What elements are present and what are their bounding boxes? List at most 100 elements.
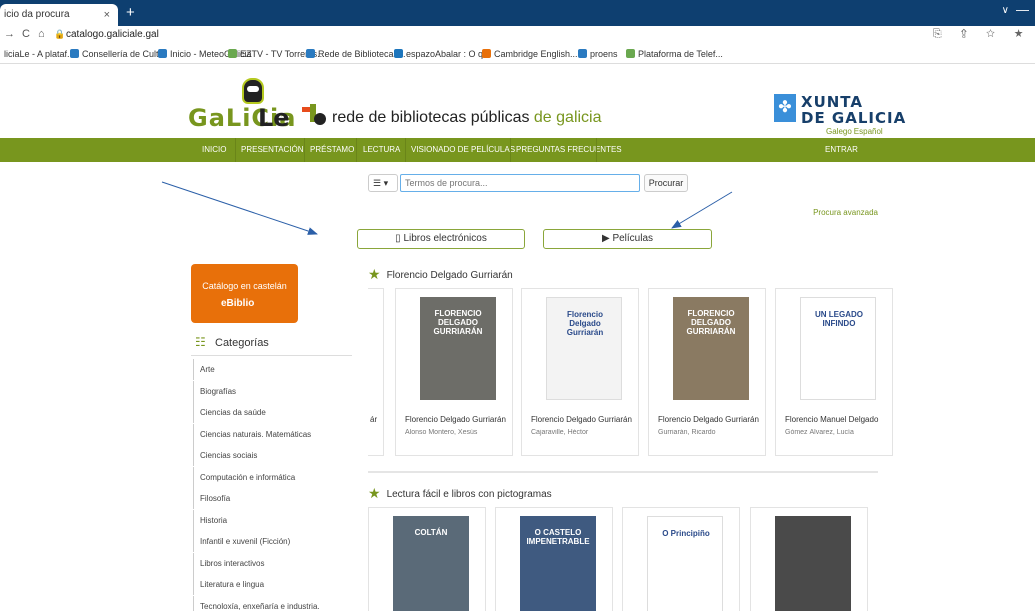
category-item[interactable]: Arte <box>193 359 352 380</box>
book-card[interactable]: Florencio Delgado Gurriarán Florencio Del… <box>521 288 639 456</box>
book-card[interactable]: FLORENCIO DELGADO GURRIARÁN Florencio Del… <box>648 288 766 456</box>
rede-logo-text: rede de bibliotecas públicas <box>332 109 534 126</box>
book-card[interactable]: FLORENCIO DELGADO GURRIARÁN Florencio Del… <box>395 288 513 456</box>
book-cover[interactable]: UN LEGADO INFINDO <box>800 297 876 400</box>
book-cover[interactable]: O CASTELO IMPENETRABLE <box>520 516 596 611</box>
home-icon[interactable]: ⌂ <box>38 28 45 40</box>
book-cover[interactable]: COLTÁN <box>393 516 469 611</box>
book-author[interactable]: Cajaraville, Héctor <box>531 429 639 436</box>
category-item[interactable]: Computación e informática <box>193 466 352 488</box>
category-item[interactable]: Filosofía <box>193 488 352 509</box>
category-item[interactable]: Ciencias naturais. Matemáticas <box>193 423 352 445</box>
menu-separator <box>356 138 357 162</box>
tab-title: icio da procura <box>4 9 70 20</box>
menu-item[interactable]: PRÉSTAMO <box>310 138 354 162</box>
book-title[interactable]: Florencio Delgado Gurriarán <box>658 415 766 424</box>
lang-galego[interactable]: Galego <box>826 127 852 136</box>
search-button[interactable]: Procurar <box>644 174 688 192</box>
book-card[interactable]: UN LEGADO INFINDO Florencio Manuel Delgad… <box>775 288 893 456</box>
bookmark-label: proens <box>590 49 618 59</box>
section-title-text[interactable]: Florencio Delgado Gurriarán <box>387 270 513 281</box>
search-input[interactable] <box>400 174 640 192</box>
menu-item[interactable]: LECTURA <box>363 138 400 162</box>
menu-item[interactable]: PREGUNTAS FRECUENTES <box>516 138 622 162</box>
rede-bibliotecas-logo[interactable]: rede de bibliotecas públicas de galicia <box>332 109 602 127</box>
play-icon: ▶ <box>601 233 610 244</box>
new-tab-button[interactable]: + <box>126 4 135 22</box>
book-cover[interactable]: FLORENCIO DELGADO GURRIARÁN <box>673 297 749 400</box>
section-divider <box>368 471 878 473</box>
book-card[interactable]: COLTÁN <box>368 507 486 611</box>
bookmark-item[interactable]: Cambridge English... <box>482 49 578 59</box>
bookmark-item[interactable]: Plataforma de Telef... <box>626 49 723 59</box>
book-card[interactable]: O Principiño <box>622 507 740 611</box>
browser-tab[interactable]: icio da procura × <box>0 4 118 26</box>
bookmark-item[interactable]: liciaLe - A plataf... <box>4 49 75 59</box>
reload-icon[interactable]: C <box>22 28 30 40</box>
owl-logo-icon[interactable] <box>242 78 264 104</box>
bookmark-item[interactable]: Rede de Bibliotecas... <box>306 49 406 59</box>
book-cover[interactable]: O Principiño <box>647 516 723 611</box>
category-item[interactable]: Literatura e lingua <box>193 574 352 595</box>
tab-search-icon[interactable]: ∨ <box>1002 5 1009 16</box>
book-title-partial: ár <box>370 415 378 424</box>
category-item[interactable]: Libros interactivos <box>193 552 352 574</box>
castelan-title: Catálogo en castelán <box>202 281 287 291</box>
bookmark-favicon-icon <box>158 49 167 58</box>
advanced-search-link[interactable]: Procura avanzada <box>813 208 878 217</box>
minimize-icon[interactable]: — <box>1016 2 1029 17</box>
book-author[interactable]: Alonso Montero, Xesús <box>405 429 513 436</box>
star-icon: ★ <box>368 266 381 282</box>
galiciale-logo-le[interactable]: Le <box>258 104 290 132</box>
castelan-catalog-button[interactable]: Catálogo en castelán eBiblio <box>191 264 298 323</box>
book-cover[interactable] <box>775 516 851 611</box>
book-cover[interactable]: Florencio Delgado Gurriarán <box>546 297 622 400</box>
cover-text: FLORENCIO DELGADO GURRIARÁN <box>433 309 483 336</box>
xunta-emblem-icon[interactable]: ✤ <box>774 94 796 122</box>
menu-item[interactable]: INICIO <box>202 138 226 162</box>
browser-action-icons[interactable]: ⎘ ⇪ ☆ ★ <box>933 28 1031 41</box>
url-field[interactable]: catalogo.galiciale.gal <box>66 29 159 40</box>
book-card[interactable]: O CASTELO IMPENETRABLE <box>495 507 613 611</box>
login-link[interactable]: ENTRAR <box>825 138 858 162</box>
category-item[interactable]: Biografías <box>193 380 352 402</box>
category-item[interactable]: Tecnoloxía, enxeñaría e industria. <box>193 595 352 611</box>
bookmark-item[interactable]: proens <box>578 49 618 59</box>
back-icon[interactable]: → <box>4 28 15 40</box>
ebooks-button[interactable]: ▯ Libros electrónicos <box>357 229 525 249</box>
ebiblio-logo: eBiblio <box>221 298 255 309</box>
book-cover[interactable]: FLORENCIO DELGADO GURRIARÁN <box>420 297 496 400</box>
tab-bar: icio da procura × + ∨ — <box>0 0 1035 26</box>
section-title-text[interactable]: Lectura fácil e libros con pictogramas <box>387 489 552 500</box>
lang-espanol[interactable]: Español <box>854 127 883 136</box>
rede-logo-icon[interactable] <box>302 104 330 126</box>
bookmark-label: Plataforma de Telef... <box>638 49 723 59</box>
lock-icon[interactable]: 🔒 <box>54 29 65 40</box>
ebooks-label: Libros electrónicos <box>403 233 487 244</box>
bookmark-item[interactable]: Consellería de Cult... <box>70 49 166 59</box>
category-item[interactable]: Infantil e xuvenil (Ficción) <box>193 531 352 552</box>
book-title[interactable]: Florencio Delgado Gurriarán <box>531 415 639 424</box>
book-card-partial[interactable]: ár <box>368 288 384 456</box>
bookmarks-bar: liciaLe - A plataf... Consellería de Cult… <box>0 44 1035 64</box>
bookmark-item[interactable]: espazoAbalar : O q... <box>394 49 491 59</box>
main-menu: INICIO PRESENTACIÓN PRÉSTAMO LECTURA VISIONA… <box>0 138 1035 162</box>
bookmark-favicon-icon <box>394 49 403 58</box>
menu-item[interactable]: VISIONADO DE PELÍCULAS <box>411 138 515 162</box>
category-item[interactable]: Historia <box>193 509 352 531</box>
book-title[interactable]: Florencio Delgado Gurriarán <box>405 415 513 424</box>
book-card[interactable] <box>750 507 868 611</box>
bookmark-label: Cambridge English... <box>494 49 578 59</box>
close-icon[interactable]: × <box>104 4 110 26</box>
cover-text: Florencio Delgado Gurriarán <box>566 310 604 337</box>
category-item[interactable]: Ciencias sociais <box>193 445 352 466</box>
category-item[interactable]: Ciencias da saúde <box>193 402 352 423</box>
categories-header: ☷ Categorías <box>191 332 352 356</box>
menu-item[interactable]: PRESENTACIÓN <box>241 138 304 162</box>
book-author[interactable]: Gurriarán, Ricardo <box>658 429 766 436</box>
search-type-dropdown[interactable]: ☰ ▾ <box>368 174 398 192</box>
book-title[interactable]: Florencio Manuel Delgado <box>785 415 893 424</box>
films-button[interactable]: ▶ Películas <box>543 229 712 249</box>
book-author[interactable]: Gómez Álvarez, Lucía <box>785 429 893 436</box>
xunta-logo-line2[interactable]: DE GALICIA <box>801 109 906 127</box>
